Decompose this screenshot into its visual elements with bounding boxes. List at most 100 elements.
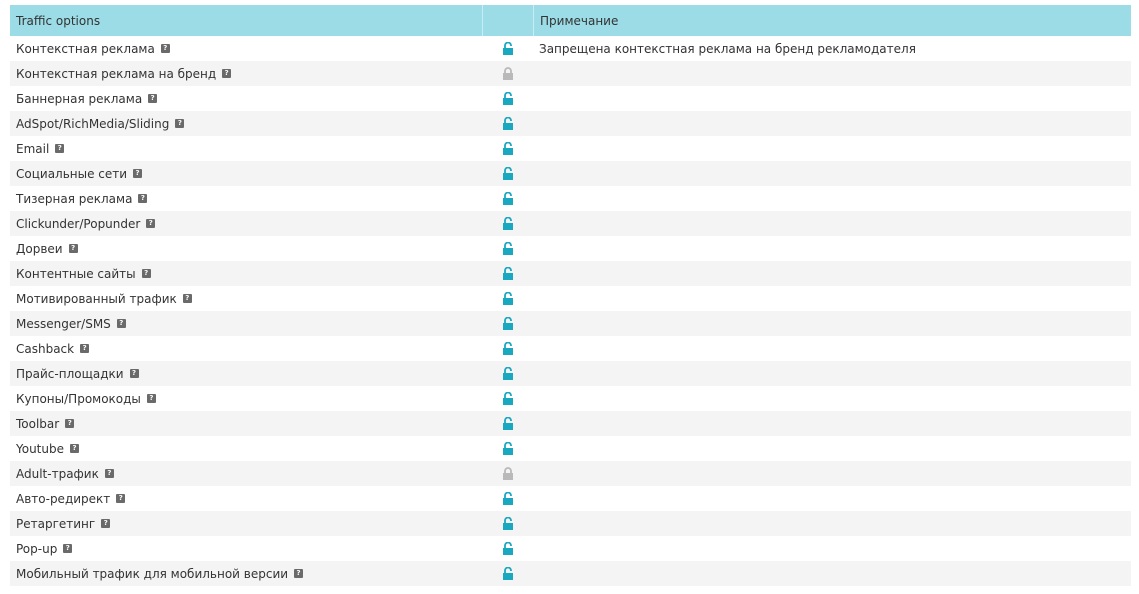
traffic-option-label: Cashback (16, 341, 75, 356)
help-icon[interactable]: ? (146, 394, 156, 403)
unlocked-icon (483, 492, 533, 505)
table-row: Контекстная реклама? Запрещена контекстна… (10, 36, 1131, 61)
table-row: Pop-up? (10, 536, 1131, 561)
table-row: Email? (10, 136, 1131, 161)
unlocked-icon (483, 242, 533, 255)
table-row: Мобильный трафик для мобильной версии? (10, 561, 1131, 586)
table-row: Cashback? (10, 336, 1131, 361)
table-row: Дорвеи? (10, 236, 1131, 261)
help-icon[interactable]: ? (116, 319, 126, 328)
unlocked-icon (483, 542, 533, 555)
table-row: Toolbar? (10, 411, 1131, 436)
traffic-option-cell: Email? (10, 142, 483, 156)
table-row: Ретаргетинг? (10, 511, 1131, 536)
table-header: Traffic options Примечание (10, 5, 1131, 36)
traffic-option-cell: Тизерная реклама? (10, 192, 483, 206)
locked-icon (483, 467, 533, 480)
traffic-option-label: Авто-редирект (16, 491, 111, 506)
traffic-option-label: Ретаргетинг (16, 516, 96, 531)
traffic-option-cell: Messenger/SMS? (10, 317, 483, 331)
header-note: Примечание (540, 13, 619, 28)
help-icon[interactable]: ? (101, 519, 111, 528)
help-icon[interactable]: ? (222, 69, 232, 78)
help-icon[interactable]: ? (129, 369, 139, 378)
traffic-options-table: Traffic options Примечание Контекстная р… (10, 5, 1131, 586)
header-traffic-options: Traffic options (10, 5, 483, 36)
unlocked-icon (483, 317, 533, 330)
help-icon[interactable]: ? (133, 169, 143, 178)
unlocked-icon (483, 92, 533, 105)
unlocked-icon (483, 267, 533, 280)
traffic-option-cell: Toolbar? (10, 417, 483, 431)
table-row: AdSpot/RichMedia/Sliding? (10, 111, 1131, 136)
traffic-option-cell: Баннерная реклама? (10, 92, 483, 106)
table-row: Авто-редирект? (10, 486, 1131, 511)
help-icon[interactable]: ? (104, 469, 114, 478)
traffic-option-cell: Дорвеи? (10, 242, 483, 256)
traffic-option-label: Баннерная реклама (16, 91, 143, 106)
traffic-option-label: AdSpot/RichMedia/Sliding (16, 116, 170, 131)
table-row: Контентные сайты? (10, 261, 1131, 286)
traffic-option-label: Youtube (16, 441, 64, 456)
traffic-option-label: Купоны/Промокоды (16, 391, 141, 406)
help-icon[interactable]: ? (68, 244, 78, 253)
help-icon[interactable]: ? (55, 144, 65, 153)
help-icon[interactable]: ? (70, 444, 79, 453)
traffic-option-cell: Социальные сети? (10, 167, 483, 181)
traffic-option-label: Тизерная реклама (16, 191, 133, 206)
traffic-option-cell: Youtube? (10, 442, 483, 456)
table-body: Контекстная реклама? Запрещена контекстна… (10, 36, 1131, 586)
traffic-option-label: Мобильный трафик для мобильной версии (16, 566, 289, 581)
traffic-option-cell: Прайс-площадки? (10, 367, 483, 381)
traffic-option-cell: Мобильный трафик для мобильной версии? (10, 567, 483, 581)
locked-icon (483, 67, 533, 80)
table-row: Социальные сети? (10, 161, 1131, 186)
unlocked-icon (483, 217, 533, 230)
table-row: Контекстная реклама на бренд? (10, 61, 1131, 86)
help-icon[interactable]: ? (138, 194, 148, 203)
table-row: Adult-трафик? (10, 461, 1131, 486)
table-row: Messenger/SMS? (10, 311, 1131, 336)
help-icon[interactable]: ? (182, 294, 192, 303)
header-status (483, 5, 534, 36)
traffic-option-cell: AdSpot/RichMedia/Sliding? (10, 117, 483, 131)
unlocked-icon (483, 517, 533, 530)
traffic-option-cell: Авто-редирект? (10, 492, 483, 506)
help-icon[interactable]: ? (146, 219, 156, 228)
traffic-option-label: Adult-трафик (16, 466, 99, 481)
traffic-option-cell: Мотивированный трафик? (10, 292, 483, 306)
help-icon[interactable]: ? (65, 419, 75, 428)
traffic-option-label: Контентные сайты (16, 266, 136, 281)
help-icon[interactable]: ? (80, 344, 90, 353)
table-row: Баннерная реклама? (10, 86, 1131, 111)
traffic-option-label: Мотивированный трафик (16, 291, 177, 306)
unlocked-icon (483, 442, 533, 455)
help-icon[interactable]: ? (160, 44, 170, 53)
unlocked-icon (483, 417, 533, 430)
unlocked-icon (483, 167, 533, 180)
unlocked-icon (483, 567, 533, 580)
table-row: Clickunder/Popunder? (10, 211, 1131, 236)
unlocked-icon (483, 192, 533, 205)
unlocked-icon (483, 367, 533, 380)
help-icon[interactable]: ? (148, 94, 158, 103)
table-row: Youtube? (10, 436, 1131, 461)
traffic-option-label: Clickunder/Popunder (16, 216, 141, 231)
table-row: Мотивированный трафик? (10, 286, 1131, 311)
table-row: Прайс-площадки? (10, 361, 1131, 386)
help-icon[interactable]: ? (63, 544, 73, 553)
traffic-option-cell: Cashback? (10, 342, 483, 356)
unlocked-icon (483, 142, 533, 155)
traffic-option-cell: Pop-up? (10, 542, 483, 556)
unlocked-icon (483, 392, 533, 405)
help-icon[interactable]: ? (294, 569, 304, 578)
traffic-option-cell: Контекстная реклама? (10, 42, 483, 56)
traffic-option-label: Toolbar (16, 416, 60, 431)
help-icon[interactable]: ? (116, 494, 126, 503)
traffic-option-cell: Ретаргетинг? (10, 517, 483, 531)
traffic-option-label: Социальные сети (16, 166, 128, 181)
traffic-option-label: Messenger/SMS (16, 316, 111, 331)
help-icon[interactable]: ? (141, 269, 151, 278)
help-icon[interactable]: ? (175, 119, 185, 128)
unlocked-icon (483, 342, 533, 355)
